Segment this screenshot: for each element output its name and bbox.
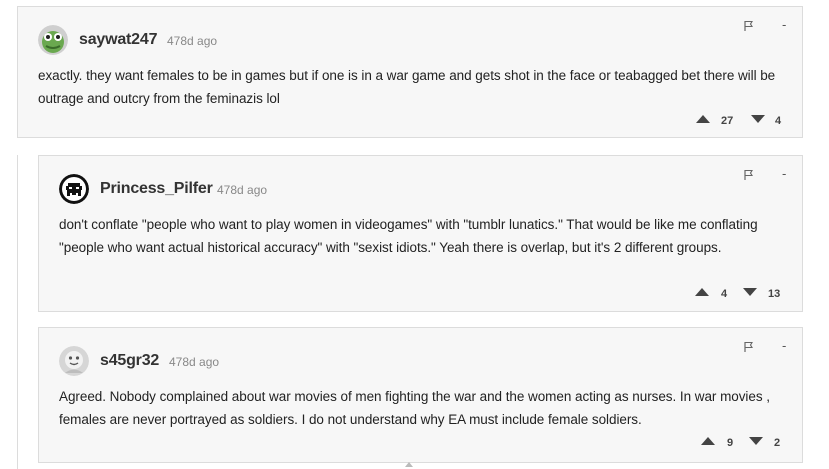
downvote-count: 13 xyxy=(768,288,781,300)
upvote-icon[interactable] xyxy=(695,288,709,296)
collapse-button[interactable]: - xyxy=(782,166,786,181)
comment-card: s45gr32 478d ago - Agreed. Nobody compla… xyxy=(38,327,803,463)
upvote-count: 9 xyxy=(727,437,734,449)
comment-text: don't conflate "people who want to play … xyxy=(59,217,758,255)
collapse-button[interactable]: - xyxy=(782,338,786,353)
comment-age[interactable]: 478d ago xyxy=(169,355,219,369)
upvote-count: 27 xyxy=(721,115,734,127)
downvote-icon[interactable] xyxy=(743,288,757,296)
collapse-button[interactable]: - xyxy=(782,17,786,32)
upvote-count: 4 xyxy=(721,288,728,300)
comment-age[interactable]: 478d ago xyxy=(217,183,267,197)
comment-text: Agreed. Nobody complained about war movi… xyxy=(59,389,770,427)
comment-text: exactly. they want females to be in game… xyxy=(38,68,776,106)
comment-card: Princess_Pilfer 478d ago - don't conflat… xyxy=(38,155,803,312)
downvote-count: 2 xyxy=(774,437,781,449)
username[interactable]: Princess_Pilfer xyxy=(100,180,213,198)
chevron-up-icon[interactable] xyxy=(405,462,413,467)
comment-age[interactable]: 478d ago xyxy=(167,34,217,48)
default-face-avatar-icon[interactable] xyxy=(59,346,89,376)
flag-icon[interactable] xyxy=(743,340,755,352)
downvote-icon[interactable] xyxy=(749,437,763,445)
frog-avatar-icon[interactable] xyxy=(38,25,68,55)
upvote-icon[interactable] xyxy=(701,437,715,445)
username[interactable]: saywat247 xyxy=(79,31,157,49)
downvote-count: 4 xyxy=(775,115,782,127)
downvote-icon[interactable] xyxy=(751,115,765,123)
thread-line xyxy=(17,155,18,469)
comment-card: saywat247 478d ago - exactly. they want … xyxy=(17,6,803,138)
username[interactable]: s45gr32 xyxy=(100,352,159,370)
flag-icon[interactable] xyxy=(743,19,755,31)
space-invader-avatar-icon[interactable] xyxy=(59,174,89,204)
flag-icon[interactable] xyxy=(743,168,755,180)
upvote-icon[interactable] xyxy=(696,115,710,123)
